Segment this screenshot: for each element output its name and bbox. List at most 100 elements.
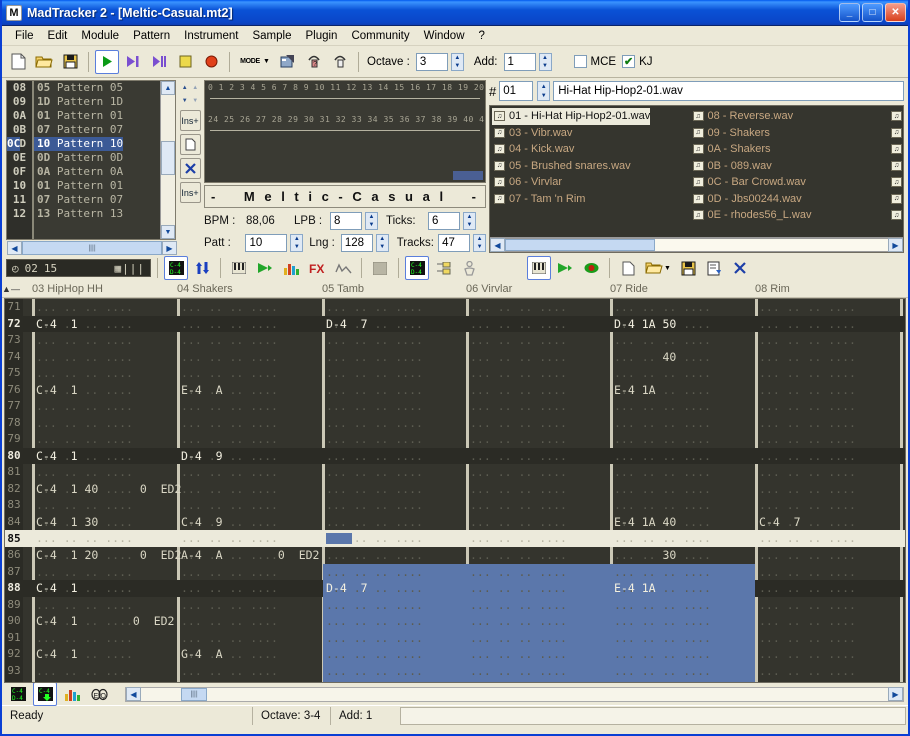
cursor-position-marker[interactable]: [326, 533, 352, 544]
order-row-1[interactable]: 1D Pattern 1D: [34, 95, 160, 109]
menu-sample[interactable]: Sample: [245, 28, 298, 44]
mixer-icon[interactable]: [279, 256, 303, 280]
mce-checkbox[interactable]: [574, 55, 587, 68]
instrument-name-input[interactable]: [553, 81, 904, 101]
pattern-cell[interactable]: C-4 1: [36, 580, 78, 597]
track-header-07[interactable]: 07 Ride: [610, 283, 648, 295]
order-row-4[interactable]: 10 Pattern 10: [34, 137, 123, 151]
instrument-item-07[interactable]: ♫07 - Tam 'n Rim: [492, 191, 691, 208]
menu-module[interactable]: Module: [74, 28, 126, 44]
new-icon[interactable]: [6, 50, 30, 74]
pattern-cell[interactable]: C-4 1: [36, 646, 78, 663]
tracks-spinner[interactable]: ▲▼: [473, 234, 486, 252]
order-row-0[interactable]: 05 Pattern 05: [34, 81, 160, 95]
pattern-cell[interactable]: C-4 1 0 ED2: [36, 613, 174, 630]
mixer-icon[interactable]: [60, 682, 84, 706]
instrument-item-09[interactable]: ♫09 - Shakers: [691, 125, 890, 142]
order-index-0F[interactable]: 0F: [7, 165, 32, 179]
lpb-spinner[interactable]: ▲▼: [365, 212, 378, 230]
order-index-0B[interactable]: 0B: [7, 123, 32, 137]
track-header-08[interactable]: 08 Rim: [755, 283, 790, 295]
save-file-icon[interactable]: [676, 256, 700, 280]
keyboard-icon[interactable]: C-4D-4: [405, 256, 429, 280]
pattern-scroll-left-icon[interactable]: ◀: [126, 687, 141, 701]
instrument-item-04[interactable]: ♫04 - Kick.wav: [492, 141, 691, 158]
pattern-cell[interactable]: E-4 1A: [614, 580, 656, 597]
instrument-column-right[interactable]: ♫08 - Reverse.wav♫09 - Shakers♫0A - Shak…: [691, 108, 890, 235]
lng-spinner[interactable]: ▲▼: [376, 234, 389, 252]
scroll-left-icon[interactable]: ◀: [490, 238, 505, 252]
pattern-cell[interactable]: C-4 7: [759, 514, 801, 531]
maximize-button[interactable]: □: [862, 3, 883, 22]
patt-input[interactable]: [245, 234, 287, 252]
pattern-editor-grid[interactable]: 7172737475767778798081828384858687888990…: [4, 298, 906, 683]
delete-icon[interactable]: [728, 256, 752, 280]
settings-icon[interactable]: [276, 50, 300, 74]
lng-input[interactable]: [341, 234, 373, 252]
instrument-number-input[interactable]: [499, 81, 533, 101]
pattern-cell[interactable]: E-4 A: [181, 382, 223, 399]
pattern-hscroll-thumb[interactable]: ||||: [181, 688, 207, 701]
order-hscroll-thumb[interactable]: ||||: [22, 241, 162, 255]
fx-icon[interactable]: FX: [305, 256, 329, 280]
order-scroll-thumb[interactable]: [161, 141, 175, 175]
pattern-horizontal-scrollbar[interactable]: ◀ |||| ▶: [125, 687, 904, 702]
play-icon[interactable]: [253, 256, 277, 280]
track-header-04[interactable]: 04 Shakers: [177, 283, 233, 295]
order-index-0A[interactable]: 0A: [7, 109, 32, 123]
menu-file[interactable]: File: [8, 28, 41, 44]
instrument-item-05[interactable]: ♫05 - Brushed snares.wav: [492, 158, 691, 175]
instrument-item-0B[interactable]: ♫0B - 089.wav: [691, 158, 890, 175]
ticks-input[interactable]: [428, 212, 460, 230]
track-header-06[interactable]: 06 Virvlar: [466, 283, 512, 295]
pattern-scroll-right-icon[interactable]: ▶: [888, 687, 903, 701]
pattern-cell[interactable]: C-4 1 30: [36, 514, 98, 531]
lpb-input[interactable]: [330, 212, 362, 230]
play-pattern-icon[interactable]: [121, 50, 145, 74]
patt-spinner[interactable]: ▲▼: [290, 234, 303, 252]
menu-pattern[interactable]: Pattern: [126, 28, 177, 44]
open-file-icon[interactable]: ▼: [642, 256, 674, 280]
instrument-icon[interactable]: [227, 256, 251, 280]
octave-input[interactable]: [416, 53, 448, 71]
order-index-12[interactable]: 12: [7, 207, 32, 221]
menu-community[interactable]: Community: [344, 28, 416, 44]
play-from-cursor-icon[interactable]: [147, 50, 171, 74]
song-timeline[interactable]: 0 1 2 3 4 5 6 7 8 9 10 11 12 13 14 15 16…: [204, 80, 486, 183]
properties-icon[interactable]: [702, 256, 726, 280]
scroll-down-icon[interactable]: ▼: [161, 225, 175, 239]
open-icon[interactable]: [32, 50, 56, 74]
order-row-6[interactable]: 0D Pattern 0D: [34, 151, 160, 165]
pattern-cell[interactable]: C-4 1: [36, 382, 78, 399]
help-icon[interactable]: [328, 50, 352, 74]
add-input[interactable]: [504, 53, 536, 71]
help-instrument-icon[interactable]: ?: [302, 50, 326, 74]
pattern-cell[interactable]: 30: [614, 547, 676, 564]
order-row-8[interactable]: 01 Pattern 01: [34, 179, 160, 193]
record-sample-icon[interactable]: [579, 256, 603, 280]
instrument-item-01[interactable]: ♫01 - Hi-Hat Hip-Hop2-01.wav: [492, 108, 650, 125]
insert-order-button[interactable]: Ins+: [180, 110, 201, 131]
track-header-05[interactable]: 05 Tamb: [322, 283, 364, 295]
kj-checkbox[interactable]: ✔: [622, 55, 635, 68]
minimize-button[interactable]: _: [839, 3, 860, 22]
order-horizontal-scrollbar[interactable]: ◀ |||| ▶: [7, 240, 177, 256]
order-scroll-right-icon[interactable]: ▶: [162, 241, 177, 255]
pattern-cell[interactable]: D-4 9: [181, 448, 223, 465]
scroll-right-icon[interactable]: ▶: [888, 238, 903, 252]
play-sample-icon[interactable]: [553, 256, 577, 280]
instrument-number-spinner[interactable]: ▲▼: [537, 81, 550, 101]
mode-icon[interactable]: MODE ▼: [236, 50, 274, 74]
order-row-9[interactable]: 07 Pattern 07: [34, 193, 160, 207]
clone-order-button[interactable]: [180, 134, 201, 155]
sample-icon[interactable]: [527, 256, 551, 280]
menu-instrument[interactable]: Instrument: [177, 28, 245, 44]
order-move-spinner[interactable]: ▲▼ ▲▼: [180, 81, 201, 107]
puppet-icon[interactable]: [457, 256, 481, 280]
octave-spinner[interactable]: ▲▼: [451, 53, 464, 71]
instrument-item-0D[interactable]: ♫0D - Jbs00244.wav: [691, 191, 890, 208]
insert-order-button-2[interactable]: Ins+: [180, 182, 201, 203]
order-pattern-list[interactable]: 05 Pattern 051D Pattern 1D01 Pattern 010…: [34, 81, 160, 239]
order-index-0C[interactable]: 0C: [7, 137, 20, 151]
scroll-up-icon[interactable]: ▲: [161, 81, 175, 95]
